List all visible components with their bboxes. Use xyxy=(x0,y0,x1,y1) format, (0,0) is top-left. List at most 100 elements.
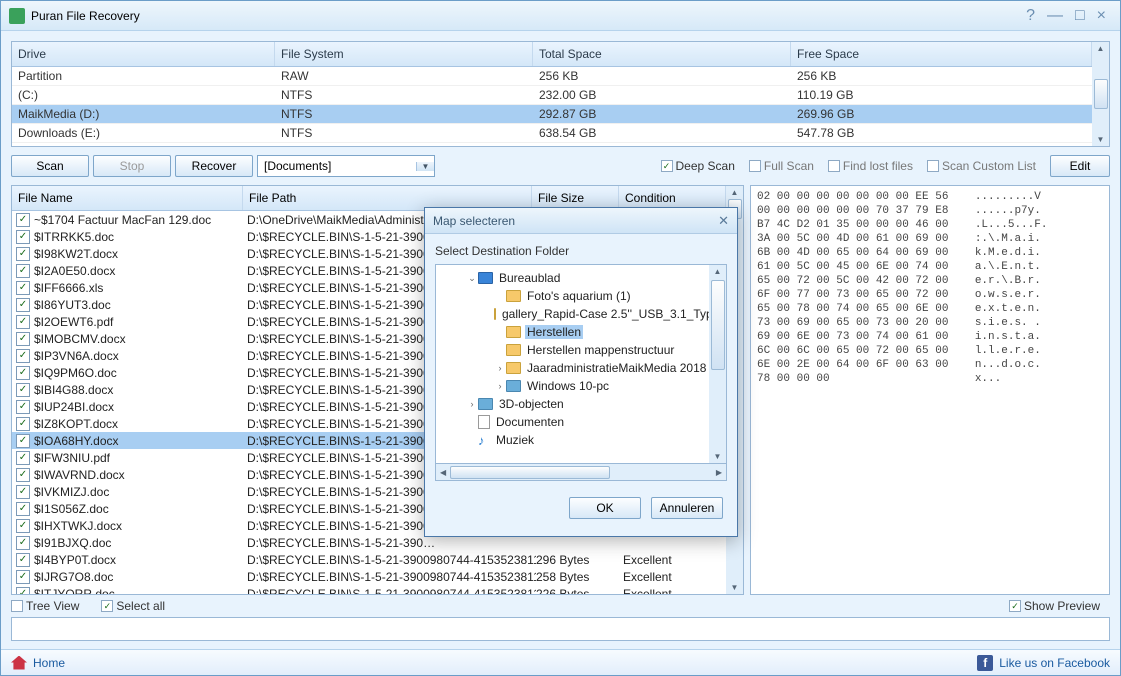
deep-scan-checkbox[interactable]: ✓Deep Scan xyxy=(661,159,735,173)
select-all-checkbox[interactable]: ✓Select all xyxy=(101,599,165,613)
file-checkbox[interactable]: ✓ xyxy=(16,553,30,567)
titlebar: Puran File Recovery ? — □ × xyxy=(1,1,1120,31)
stop-button[interactable]: Stop xyxy=(93,155,171,177)
drive-row[interactable]: (C:)NTFS232.00 GB110.19 GB xyxy=(12,86,1092,105)
find-lost-checkbox[interactable]: Find lost files xyxy=(828,159,913,173)
filter-dropdown[interactable]: [Documents] ▼ xyxy=(257,155,435,177)
tree-view-checkbox[interactable]: Tree View xyxy=(11,599,79,613)
music-icon: ♪ xyxy=(478,433,490,447)
expand-icon[interactable]: › xyxy=(466,399,478,409)
help-icon[interactable]: ? xyxy=(1020,7,1041,25)
expand-icon[interactable]: › xyxy=(494,381,506,391)
file-checkbox[interactable]: ✓ xyxy=(16,281,30,295)
file-row[interactable]: ✓$ITJYORR.docD:\$RECYCLE.BIN\S-1-5-21-39… xyxy=(12,585,726,594)
file-checkbox[interactable]: ✓ xyxy=(16,366,30,380)
file-checkbox[interactable]: ✓ xyxy=(16,570,30,584)
file-checkbox[interactable]: ✓ xyxy=(16,349,30,363)
tree-vscrollbar[interactable]: ▲▼ xyxy=(709,265,726,463)
tree-node[interactable]: ›JaaradministratieMaikMedia 2018 xyxy=(436,359,709,377)
file-checkbox[interactable]: ✓ xyxy=(16,400,30,414)
expand-icon[interactable]: › xyxy=(494,363,506,373)
chevron-down-icon: ▼ xyxy=(416,162,434,171)
file-checkbox[interactable]: ✓ xyxy=(16,434,30,448)
tree-hscrollbar[interactable]: ◀▶ xyxy=(435,464,727,481)
minimize-icon[interactable]: — xyxy=(1041,7,1069,25)
file-checkbox[interactable]: ✓ xyxy=(16,247,30,261)
tree-label: Muziek xyxy=(494,433,536,447)
tree-node[interactable]: gallery_Rapid-Case 2.5''_USB_3.1_Type xyxy=(436,305,709,323)
tree-node[interactable]: ⌄ Bureaublad xyxy=(436,269,709,287)
col-file-name[interactable]: File Name xyxy=(12,186,243,210)
file-checkbox[interactable]: ✓ xyxy=(16,213,30,227)
tree-node[interactable]: Foto's aquarium (1) xyxy=(436,287,709,305)
desktop-icon xyxy=(478,272,493,284)
tree-node[interactable]: › Windows 10-pc xyxy=(436,377,709,395)
col-free-space[interactable]: Free Space xyxy=(791,42,1092,66)
full-scan-checkbox[interactable]: Full Scan xyxy=(749,159,814,173)
tree-node[interactable]: › 3D-objecten xyxy=(436,395,709,413)
app-title: Puran File Recovery xyxy=(31,9,140,23)
facebook-icon: f xyxy=(977,655,993,671)
file-checkbox[interactable]: ✓ xyxy=(16,502,30,516)
custom-list-checkbox[interactable]: Scan Custom List xyxy=(927,159,1036,173)
maximize-icon[interactable]: □ xyxy=(1069,7,1091,25)
tree-node[interactable]: Herstellen xyxy=(436,323,709,341)
dialog-titlebar: Map selecteren ✕ xyxy=(425,208,737,234)
tree-node[interactable]: Herstellen mappenstructuur xyxy=(436,341,709,359)
file-checkbox[interactable]: ✓ xyxy=(16,383,30,397)
file-checkbox[interactable]: ✓ xyxy=(16,417,30,431)
ok-button[interactable]: OK xyxy=(569,497,641,519)
file-checkbox[interactable]: ✓ xyxy=(16,587,30,595)
folder-icon xyxy=(506,290,521,302)
scan-button[interactable]: Scan xyxy=(11,155,89,177)
dialog-close-icon[interactable]: ✕ xyxy=(718,213,729,229)
drive-row[interactable]: PartitionRAW256 KB256 KB xyxy=(12,67,1092,86)
file-checkbox[interactable]: ✓ xyxy=(16,264,30,278)
expand-icon[interactable]: ⌄ xyxy=(466,273,478,284)
folder-icon xyxy=(506,362,521,374)
col-filesystem[interactable]: File System xyxy=(275,42,533,66)
dialog-title: Map selecteren xyxy=(433,214,515,228)
file-checkbox[interactable]: ✓ xyxy=(16,298,30,312)
col-drive[interactable]: Drive xyxy=(12,42,275,66)
home-icon xyxy=(11,656,27,670)
computer-icon xyxy=(506,380,521,392)
folder-tree: ⌄ Bureaublad Foto's aquarium (1) gallery_Ra… xyxy=(435,264,727,464)
footer: Home f Like us on Facebook xyxy=(1,649,1120,675)
tree-node[interactable]: ♪ Muziek xyxy=(436,431,709,449)
drive-row[interactable]: MaikMedia (D:)NTFS292.87 GB269.96 GB xyxy=(12,105,1092,124)
tree-label: Windows 10-pc xyxy=(525,379,611,393)
drive-row[interactable]: Downloads (E:)NTFS638.54 GB547.78 GB xyxy=(12,124,1092,143)
recover-button[interactable]: Recover xyxy=(175,155,253,177)
close-icon[interactable]: × xyxy=(1091,7,1112,25)
tree-label: 3D-objecten xyxy=(497,397,566,411)
drive-scrollbar[interactable]: ▲▼ xyxy=(1092,42,1109,146)
file-checkbox[interactable]: ✓ xyxy=(16,468,30,482)
folder-icon xyxy=(506,344,521,356)
file-checkbox[interactable]: ✓ xyxy=(16,519,30,533)
edit-button[interactable]: Edit xyxy=(1050,155,1110,177)
facebook-link[interactable]: Like us on Facebook xyxy=(999,656,1110,670)
file-checkbox[interactable]: ✓ xyxy=(16,332,30,346)
show-preview-checkbox[interactable]: ✓Show Preview xyxy=(1009,599,1100,613)
tree-label: Foto's aquarium (1) xyxy=(525,289,633,303)
file-checkbox[interactable]: ✓ xyxy=(16,536,30,550)
drive-row[interactable]: Foto´s en Video´s (H:)NTFS931.48 GB590.4… xyxy=(12,143,1092,146)
drive-header: Drive File System Total Space Free Space xyxy=(12,42,1092,67)
tree-label: Bureaublad xyxy=(497,271,562,285)
file-checkbox[interactable]: ✓ xyxy=(16,315,30,329)
file-checkbox[interactable]: ✓ xyxy=(16,485,30,499)
computer-icon xyxy=(478,398,493,410)
file-checkbox[interactable]: ✓ xyxy=(16,230,30,244)
home-link[interactable]: Home xyxy=(33,656,65,670)
status-bar xyxy=(11,617,1110,641)
cancel-button[interactable]: Annuleren xyxy=(651,497,723,519)
folder-icon xyxy=(494,308,496,320)
options-bar: Tree View ✓Select all ✓Show Preview xyxy=(11,599,1110,613)
file-checkbox[interactable]: ✓ xyxy=(16,451,30,465)
tree-node[interactable]: Documenten xyxy=(436,413,709,431)
drive-list: Drive File System Total Space Free Space… xyxy=(11,41,1110,147)
file-row[interactable]: ✓$I4BYP0T.docxD:\$RECYCLE.BIN\S-1-5-21-3… xyxy=(12,551,726,568)
file-row[interactable]: ✓$IJRG7O8.docD:\$RECYCLE.BIN\S-1-5-21-39… xyxy=(12,568,726,585)
col-total-space[interactable]: Total Space xyxy=(533,42,791,66)
